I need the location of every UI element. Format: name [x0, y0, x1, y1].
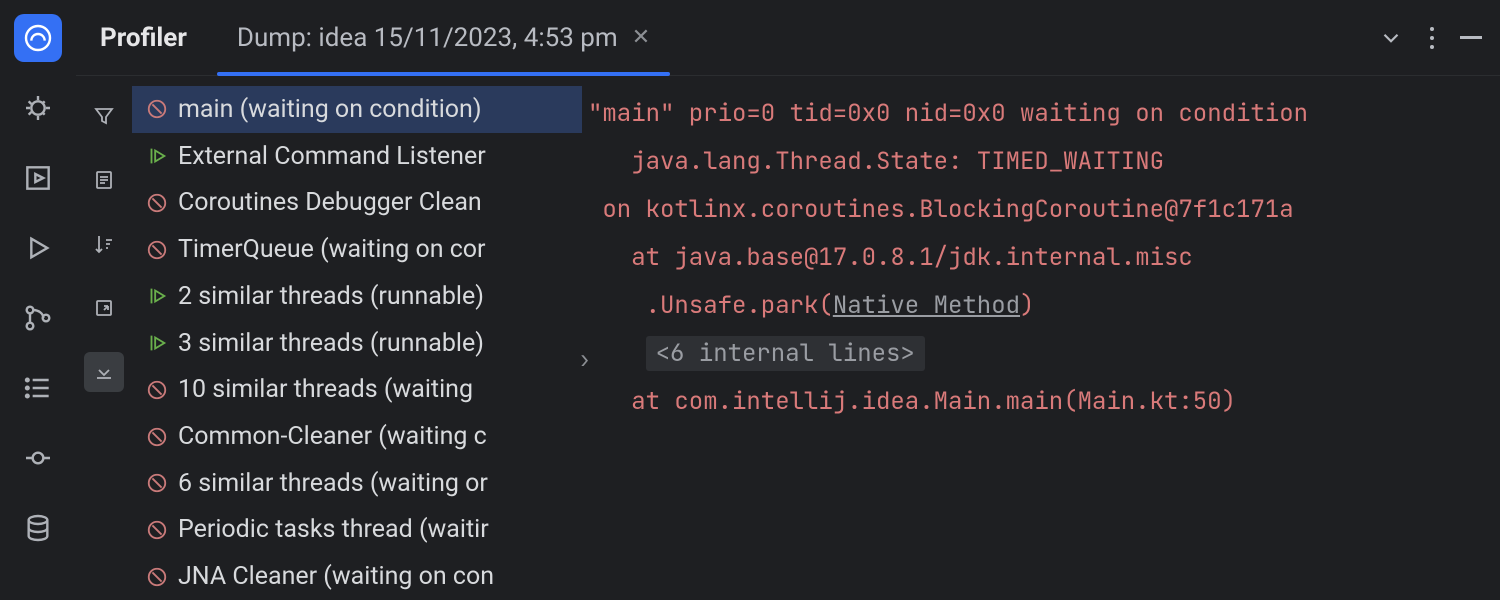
- activity-debug-icon[interactable]: [14, 84, 62, 132]
- activity-services-icon[interactable]: [14, 154, 62, 202]
- content-row: main (waiting on condition) External Com…: [76, 76, 1500, 600]
- thread-label: 6 similar threads (waiting or: [178, 469, 488, 498]
- activity-vcs-icon[interactable]: [14, 294, 62, 342]
- trace-line: .Unsafe.park(Native Method): [588, 282, 1476, 330]
- thread-label: External Command Listener: [178, 142, 486, 171]
- sort-icon[interactable]: [84, 224, 124, 264]
- main-panel: Profiler Dump: idea 15/11/2023, 4:53 pm …: [76, 0, 1500, 600]
- trace-line: java.lang.Thread.State: TIMED_WAITING: [588, 138, 1476, 186]
- waiting-icon: [146, 192, 168, 214]
- thread-item[interactable]: JNA Cleaner (waiting on con: [132, 553, 582, 600]
- tabbar-actions: [1378, 25, 1482, 51]
- tabbar: Profiler Dump: idea 15/11/2023, 4:53 pm …: [76, 0, 1500, 76]
- close-icon[interactable]: ✕: [632, 25, 650, 50]
- waiting-icon: [146, 379, 168, 401]
- native-method-link[interactable]: Native Method: [833, 290, 1020, 321]
- trace-line: on kotlinx.coroutines.BlockingCoroutine@…: [588, 186, 1476, 234]
- waiting-icon: [146, 239, 168, 261]
- thread-label: 2 similar threads (runnable): [178, 282, 484, 311]
- thread-item[interactable]: main (waiting on condition): [132, 86, 582, 133]
- thread-label: 10 similar threads (waiting: [178, 375, 473, 404]
- thread-label: JNA Cleaner (waiting on con: [178, 562, 494, 591]
- collapse-icon[interactable]: [84, 352, 124, 392]
- activity-commit-icon[interactable]: [14, 434, 62, 482]
- activity-database-icon[interactable]: [14, 504, 62, 552]
- stack-trace-pane[interactable]: › "main" prio=0 tid=0x0 nid=0x0 waiting …: [582, 76, 1500, 600]
- waiting-icon: [146, 566, 168, 588]
- chevron-down-icon[interactable]: [1378, 25, 1404, 51]
- tab-dump[interactable]: Dump: idea 15/11/2023, 4:53 pm ✕: [227, 0, 660, 75]
- waiting-icon: [146, 519, 168, 541]
- runnable-icon: [146, 145, 168, 167]
- thread-item[interactable]: 6 similar threads (waiting or: [132, 460, 582, 507]
- thread-label: TimerQueue (waiting on cor: [178, 235, 486, 264]
- thread-item[interactable]: Coroutines Debugger Clean: [132, 179, 582, 226]
- activity-profiler-icon[interactable]: [14, 14, 62, 62]
- thread-list: main (waiting on condition) External Com…: [132, 76, 582, 600]
- tab-label: Dump: idea 15/11/2023, 4:53 pm: [237, 23, 618, 53]
- activity-run-icon[interactable]: [14, 224, 62, 272]
- thread-item[interactable]: TimerQueue (waiting on cor: [132, 226, 582, 273]
- activity-bar: [0, 0, 76, 600]
- thread-item[interactable]: External Command Listener: [132, 133, 582, 180]
- thread-item[interactable]: 3 similar threads (runnable): [132, 320, 582, 367]
- thread-item[interactable]: 2 similar threads (runnable): [132, 273, 582, 320]
- trace-line: "main" prio=0 tid=0x0 nid=0x0 waiting on…: [588, 90, 1476, 138]
- details-icon[interactable]: [84, 160, 124, 200]
- chevron-right-icon[interactable]: ›: [578, 336, 591, 384]
- filter-icon[interactable]: [84, 96, 124, 136]
- thread-item[interactable]: Common-Cleaner (waiting c: [132, 413, 582, 460]
- runnable-icon: [146, 332, 168, 354]
- thread-label: Coroutines Debugger Clean: [178, 188, 482, 217]
- export-icon[interactable]: [84, 288, 124, 328]
- activity-todo-icon[interactable]: [14, 364, 62, 412]
- thread-label: 3 similar threads (runnable): [178, 329, 484, 358]
- tool-window-title: Profiler: [100, 23, 187, 53]
- thread-item[interactable]: Periodic tasks thread (waitir: [132, 507, 582, 554]
- waiting-icon: [146, 98, 168, 120]
- minimize-icon[interactable]: [1460, 36, 1482, 39]
- waiting-icon: [146, 426, 168, 448]
- waiting-icon: [146, 472, 168, 494]
- runnable-icon: [146, 285, 168, 307]
- toolstrip: [76, 76, 132, 600]
- kebab-icon[interactable]: [1430, 27, 1434, 49]
- trace-line: at com.intellij.idea.Main.main(Main.kt:5…: [588, 378, 1476, 426]
- thread-label: Common-Cleaner (waiting c: [178, 422, 487, 451]
- trace-line: at java.base@17.0.8.1/jdk.internal.misc: [588, 234, 1476, 282]
- thread-item[interactable]: 10 similar threads (waiting: [132, 366, 582, 413]
- thread-label: Periodic tasks thread (waitir: [178, 515, 489, 544]
- thread-label: main (waiting on condition): [178, 95, 482, 124]
- trace-folded[interactable]: <6 internal lines>: [588, 330, 1476, 378]
